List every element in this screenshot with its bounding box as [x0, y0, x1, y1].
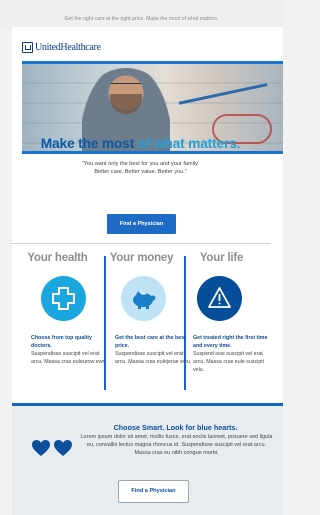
- column-title: Your health: [27, 252, 88, 264]
- column-your-life: Your life: [183, 252, 260, 264]
- column-text-money: Get the best care at the best price. Sus…: [115, 335, 193, 367]
- medical-cross-icon[interactable]: [41, 276, 86, 321]
- subhead-line2: Better care. Better value. Better you.”: [94, 169, 187, 175]
- logo-mark-icon: [22, 42, 33, 53]
- column-divider: [184, 256, 186, 390]
- footer-find-physician-button[interactable]: Find a Physician: [118, 480, 189, 503]
- section-divider: [10, 243, 271, 244]
- footer-body: Lorem ipsum dolor sit amet, mollis fusce…: [80, 434, 273, 456]
- header: UnitedHealthcare: [12, 27, 283, 60]
- column-lead: Choose from top quality doctors.: [31, 335, 92, 349]
- column-lead: Get the best care at the best price.: [115, 335, 186, 349]
- subhead: “You want only the best for you and your…: [50, 160, 231, 176]
- column-body: Suspend isse suscipit vel erat arcu. Mas…: [193, 350, 264, 373]
- headline: Make the most of what matters.: [10, 136, 271, 151]
- column-body: Suspendisse suscipit vel erat arcu. Mass…: [115, 350, 192, 365]
- column-your-money: Your money: [103, 252, 180, 264]
- subhead-line1: “You want only the best for you and your…: [81, 161, 200, 167]
- headline-part2: of what matters.: [137, 136, 241, 151]
- column-title: Your money: [109, 252, 174, 264]
- blue-hearts-icon: [32, 440, 74, 463]
- unitedhealthcare-logo[interactable]: UnitedHealthcare: [22, 42, 101, 53]
- column-lead: Get treated right the first time and eve…: [193, 335, 268, 349]
- hero-person-glasses: [111, 83, 141, 88]
- column-divider: [104, 256, 106, 390]
- warning-triangle-icon[interactable]: [197, 276, 242, 321]
- column-text-life: Get treated right the first time and eve…: [193, 335, 271, 375]
- footer-top-rule: [12, 403, 283, 406]
- column-your-health: Your health: [19, 252, 96, 264]
- find-physician-button[interactable]: Find a Physician: [107, 214, 176, 234]
- logo-text: UnitedHealthcare: [35, 42, 101, 53]
- hero-bottom-stripe: [22, 151, 283, 154]
- column-title: Your life: [199, 252, 244, 264]
- column-body: Suspendisse suscipit vel erat arcu. Mass…: [31, 350, 106, 365]
- footer-title: Choose Smart. Look for blue hearts.: [113, 423, 238, 432]
- piggy-bank-icon[interactable]: [121, 276, 166, 321]
- headline-part1: Make the most: [40, 136, 138, 151]
- column-text-health: Choose from top quality doctors. Suspend…: [31, 335, 109, 367]
- preheader-text: Get the right care at the right price. M…: [0, 0, 283, 30]
